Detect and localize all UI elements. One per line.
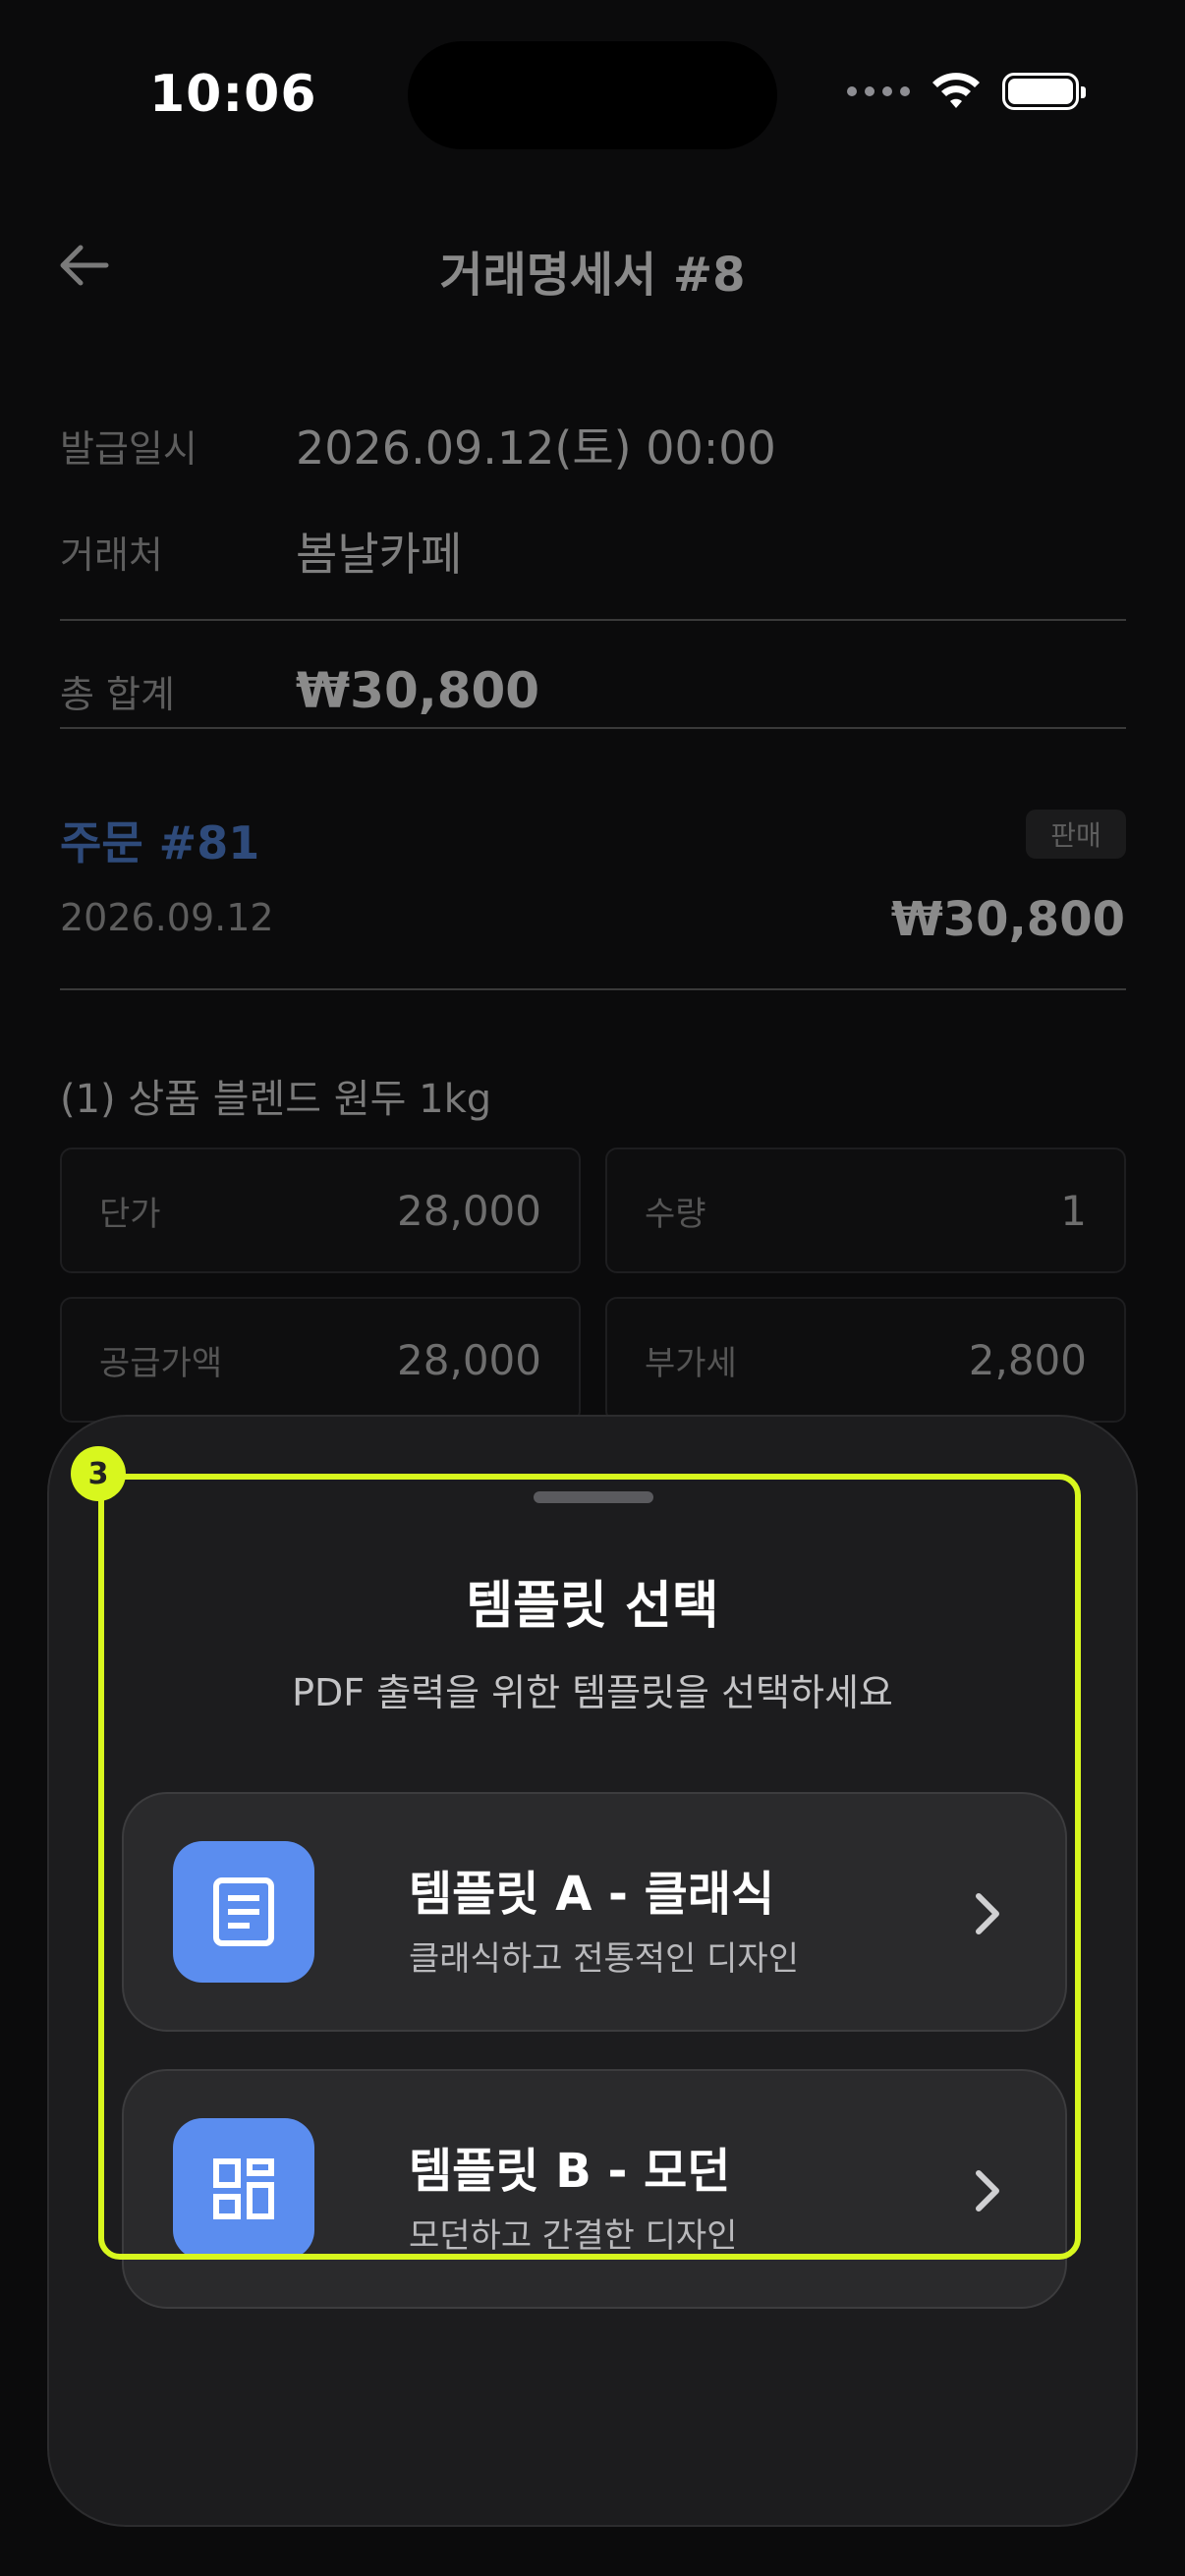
vat-cell: 부가세 2,800 <box>605 1297 1126 1423</box>
partner-row: 거래처 봄날카페 <box>60 519 462 584</box>
cell-label: 부가세 <box>645 1343 737 1383</box>
total-value: ₩30,800 <box>296 662 540 719</box>
cell-label: 공급가액 <box>99 1343 223 1383</box>
cell-label: 수량 <box>645 1194 706 1234</box>
total-row: 총 합계 ₩30,800 <box>60 662 539 719</box>
issued-row: 발급일시 2026.09.12(토) 00:00 <box>60 413 776 477</box>
unit-price-cell: 단가 28,000 <box>60 1148 581 1273</box>
page-title: 거래명세서 #8 <box>439 248 746 303</box>
order-type-badge: 판매 <box>1026 810 1126 859</box>
divider <box>60 988 1126 990</box>
cell-value: 28,000 <box>397 1335 541 1384</box>
item-title: (1) 상품 블렌드 원두 1kg <box>60 1077 492 1122</box>
order-date: 2026.09.12 <box>60 896 274 939</box>
cell-value: 2,800 <box>968 1335 1087 1384</box>
supply-amount-cell: 공급가액 28,000 <box>60 1297 581 1423</box>
issued-label: 발급일시 <box>60 426 198 471</box>
highlight-region <box>98 1474 1081 2260</box>
divider <box>60 619 1126 621</box>
order-amount: ₩30,800 <box>890 892 1125 947</box>
issued-value: 2026.09.12(토) 00:00 <box>296 421 776 475</box>
total-label: 총 합계 <box>60 672 175 716</box>
cell-value: 1 <box>1060 1186 1087 1235</box>
cell-label: 단가 <box>99 1194 161 1234</box>
order-title[interactable]: 주문 #81 <box>60 808 259 872</box>
quantity-cell: 수량 1 <box>605 1148 1126 1273</box>
partner-label: 거래처 <box>60 532 163 577</box>
cell-value: 28,000 <box>397 1186 541 1235</box>
screen: 10:06 거래명세서 #8 발급일시 2026.09.12(토) 00:00 … <box>0 0 1185 2576</box>
highlight-number-badge: 3 <box>71 1446 126 1501</box>
divider <box>60 727 1126 729</box>
partner-value: 봄날카페 <box>296 528 463 581</box>
